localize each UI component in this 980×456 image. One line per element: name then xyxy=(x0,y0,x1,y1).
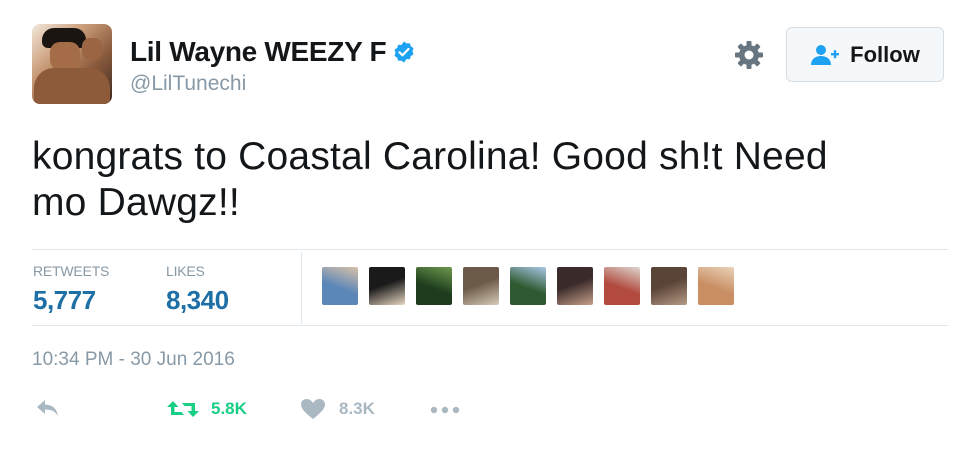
follow-user-plus-icon xyxy=(811,44,840,65)
liker-avatar-4[interactable] xyxy=(463,267,499,305)
retweet-button[interactable]: 5.8K xyxy=(166,398,247,420)
likers-avatar-row xyxy=(322,267,745,305)
reply-button[interactable] xyxy=(34,398,62,418)
liker-avatar-3[interactable] xyxy=(416,267,452,305)
stats-top-divider xyxy=(32,249,948,250)
liker-avatar-5[interactable] xyxy=(510,267,546,305)
liker-avatar-2[interactable] xyxy=(369,267,405,305)
gear-icon[interactable] xyxy=(732,38,766,72)
tweet-timestamp[interactable]: 10:34 PM - 30 Jun 2016 xyxy=(32,349,235,371)
retweets-value[interactable]: 5,777 xyxy=(33,285,109,316)
tweet-text-line-2: mo Dawgz!! xyxy=(32,181,240,224)
tweet-text: kongrats to Coastal Carolina! Good sh!t … xyxy=(32,134,932,226)
retweet-icon xyxy=(167,401,199,417)
avatar-hand xyxy=(82,38,102,60)
retweets-stat[interactable]: RETWEETS 5,777 xyxy=(33,263,109,316)
more-button[interactable] xyxy=(430,406,460,414)
stats-bottom-divider xyxy=(32,325,948,326)
liker-avatar-8[interactable] xyxy=(651,267,687,305)
follow-button[interactable]: Follow xyxy=(786,27,944,82)
user-handle[interactable]: @LilTunechi xyxy=(130,72,416,96)
display-name-row[interactable]: Lil Wayne WEEZY F xyxy=(130,36,416,68)
reply-icon xyxy=(37,400,58,416)
like-count: 8.3K xyxy=(339,399,375,418)
liker-avatar-9[interactable] xyxy=(698,267,734,305)
likes-label: LIKES xyxy=(166,263,205,279)
retweet-count: 5.8K xyxy=(211,399,247,418)
stats-vertical-divider xyxy=(301,252,302,324)
display-name[interactable]: Lil Wayne WEEZY F xyxy=(130,36,387,68)
verified-badge-icon xyxy=(394,41,414,63)
avatar-body xyxy=(34,68,110,104)
user-name-block: Lil Wayne WEEZY F @LilTunechi xyxy=(130,36,416,96)
tweet-actions: 5.8K 8.3K xyxy=(32,398,532,434)
more-dots-icon xyxy=(430,406,460,414)
heart-icon xyxy=(301,399,325,419)
retweets-label: RETWEETS xyxy=(33,263,110,279)
follow-button-label: Follow xyxy=(850,41,920,67)
likes-value[interactable]: 8,340 xyxy=(166,285,229,316)
tweet-text-line-1: kongrats to Coastal Carolina! Good sh!t … xyxy=(32,135,828,178)
user-avatar[interactable] xyxy=(32,24,112,104)
likes-stat[interactable]: LIKES 8,340 xyxy=(166,263,229,316)
liker-avatar-1[interactable] xyxy=(322,267,358,305)
liker-avatar-7[interactable] xyxy=(604,267,640,305)
avatar-face xyxy=(50,42,80,70)
liker-avatar-6[interactable] xyxy=(557,267,593,305)
like-button[interactable]: 8.3K xyxy=(300,398,375,420)
